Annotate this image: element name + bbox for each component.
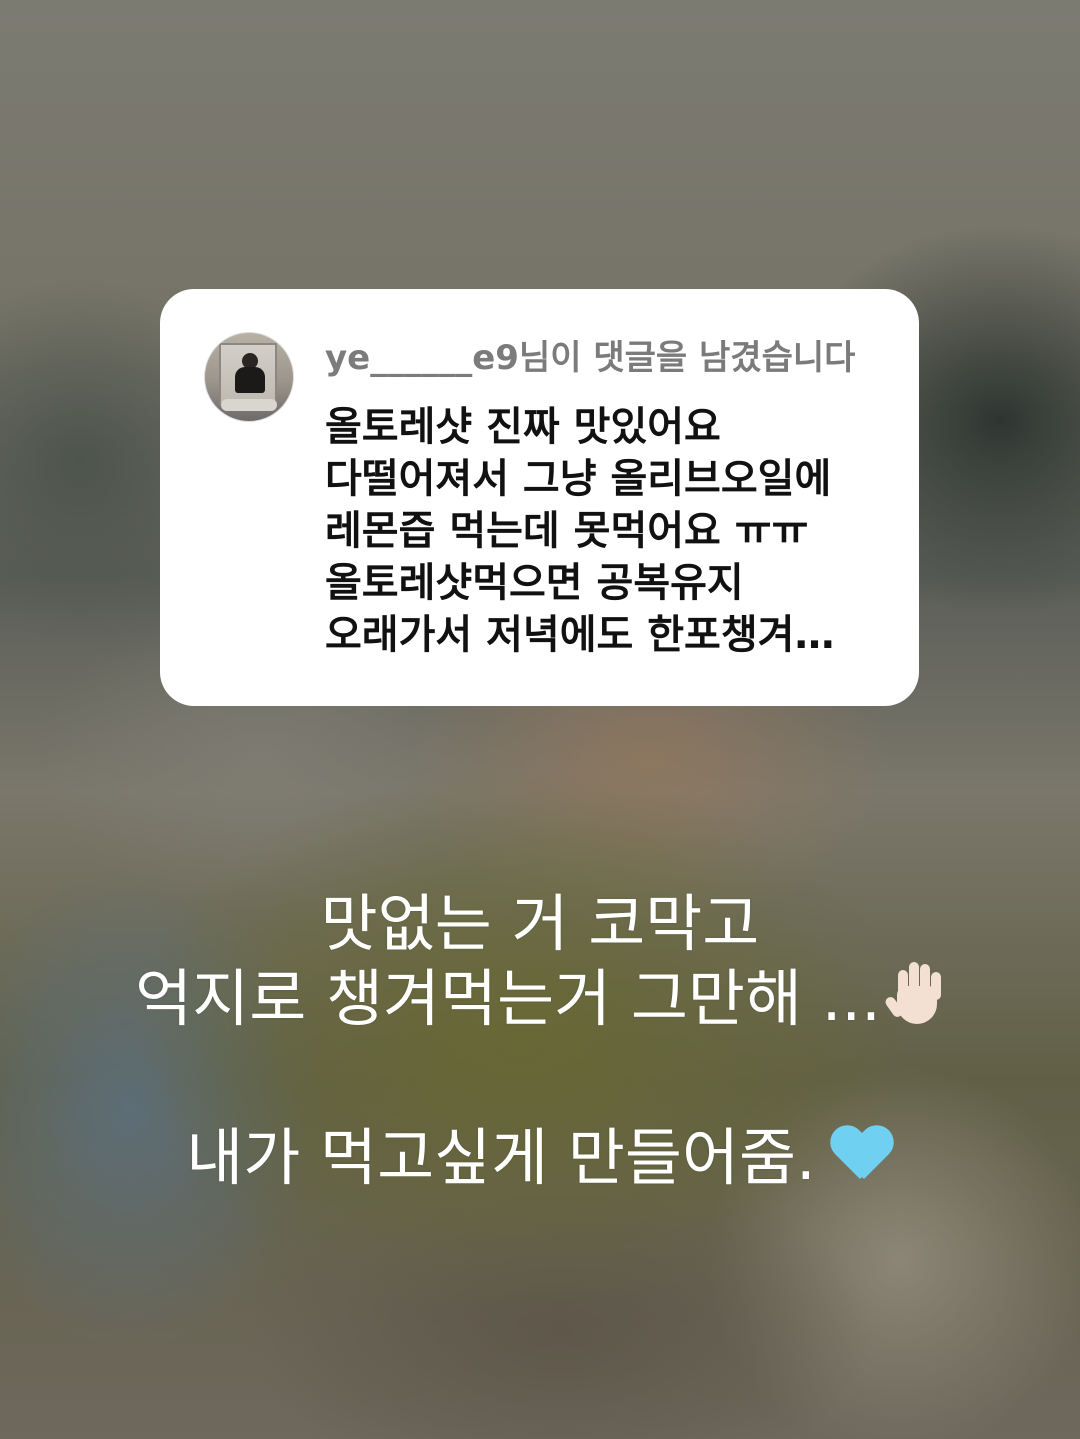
reply-line-2: 억지로 챙겨먹는거 그만해 ... <box>135 962 881 1035</box>
comment-reply-sticker[interactable]: ye______e9님이 댓글을 남겼습니다 올토레샷 진짜 맛있어요 다떨어져… <box>160 289 919 706</box>
raised-hand-icon <box>883 960 945 1026</box>
reply-line-3-wrapper: 내가 먹고싶게 만들어줌. <box>0 1122 1080 1194</box>
comment-line: 오래가서 저녁에도 한포챙겨… <box>325 612 835 658</box>
blurred-background-photo <box>0 0 1080 1439</box>
avatar-person-body <box>235 367 265 393</box>
reply-caption-block: 맛없는 거 코막고 억지로 챙겨먹는거 그만해 ... <box>0 888 1080 1035</box>
comment-line: 올토레샷먹으면 공복유지 <box>325 560 744 606</box>
comment-line: 다떨어져서 그냥 올리브오일에 <box>325 456 832 502</box>
comment-line: 레몬즙 먹는데 못먹어요 ㅠㅠ <box>325 508 809 554</box>
reply-line-1: 맛없는 거 코막고 <box>320 887 760 960</box>
comment-text: 올토레샷 진짜 맛있어요 다떨어져서 그냥 올리브오일에 레몬즙 먹는데 못먹어… <box>325 401 895 661</box>
reply-line-2-wrapper: 억지로 챙겨먹는거 그만해 ... <box>0 960 1080 1035</box>
comment-line: 올토레샷 진짜 맛있어요 <box>325 404 721 450</box>
comment-header: ye______e9님이 댓글을 남겼습니다 <box>325 338 856 378</box>
avatar-sink-shape <box>221 399 277 411</box>
reply-caption-block-2: 내가 먹고싶게 만들어줌. <box>0 1122 1080 1194</box>
light-blue-heart-icon <box>830 1125 894 1185</box>
reply-line-3: 내가 먹고싶게 만들어줌. <box>186 1121 816 1194</box>
commenter-avatar[interactable] <box>204 332 294 422</box>
